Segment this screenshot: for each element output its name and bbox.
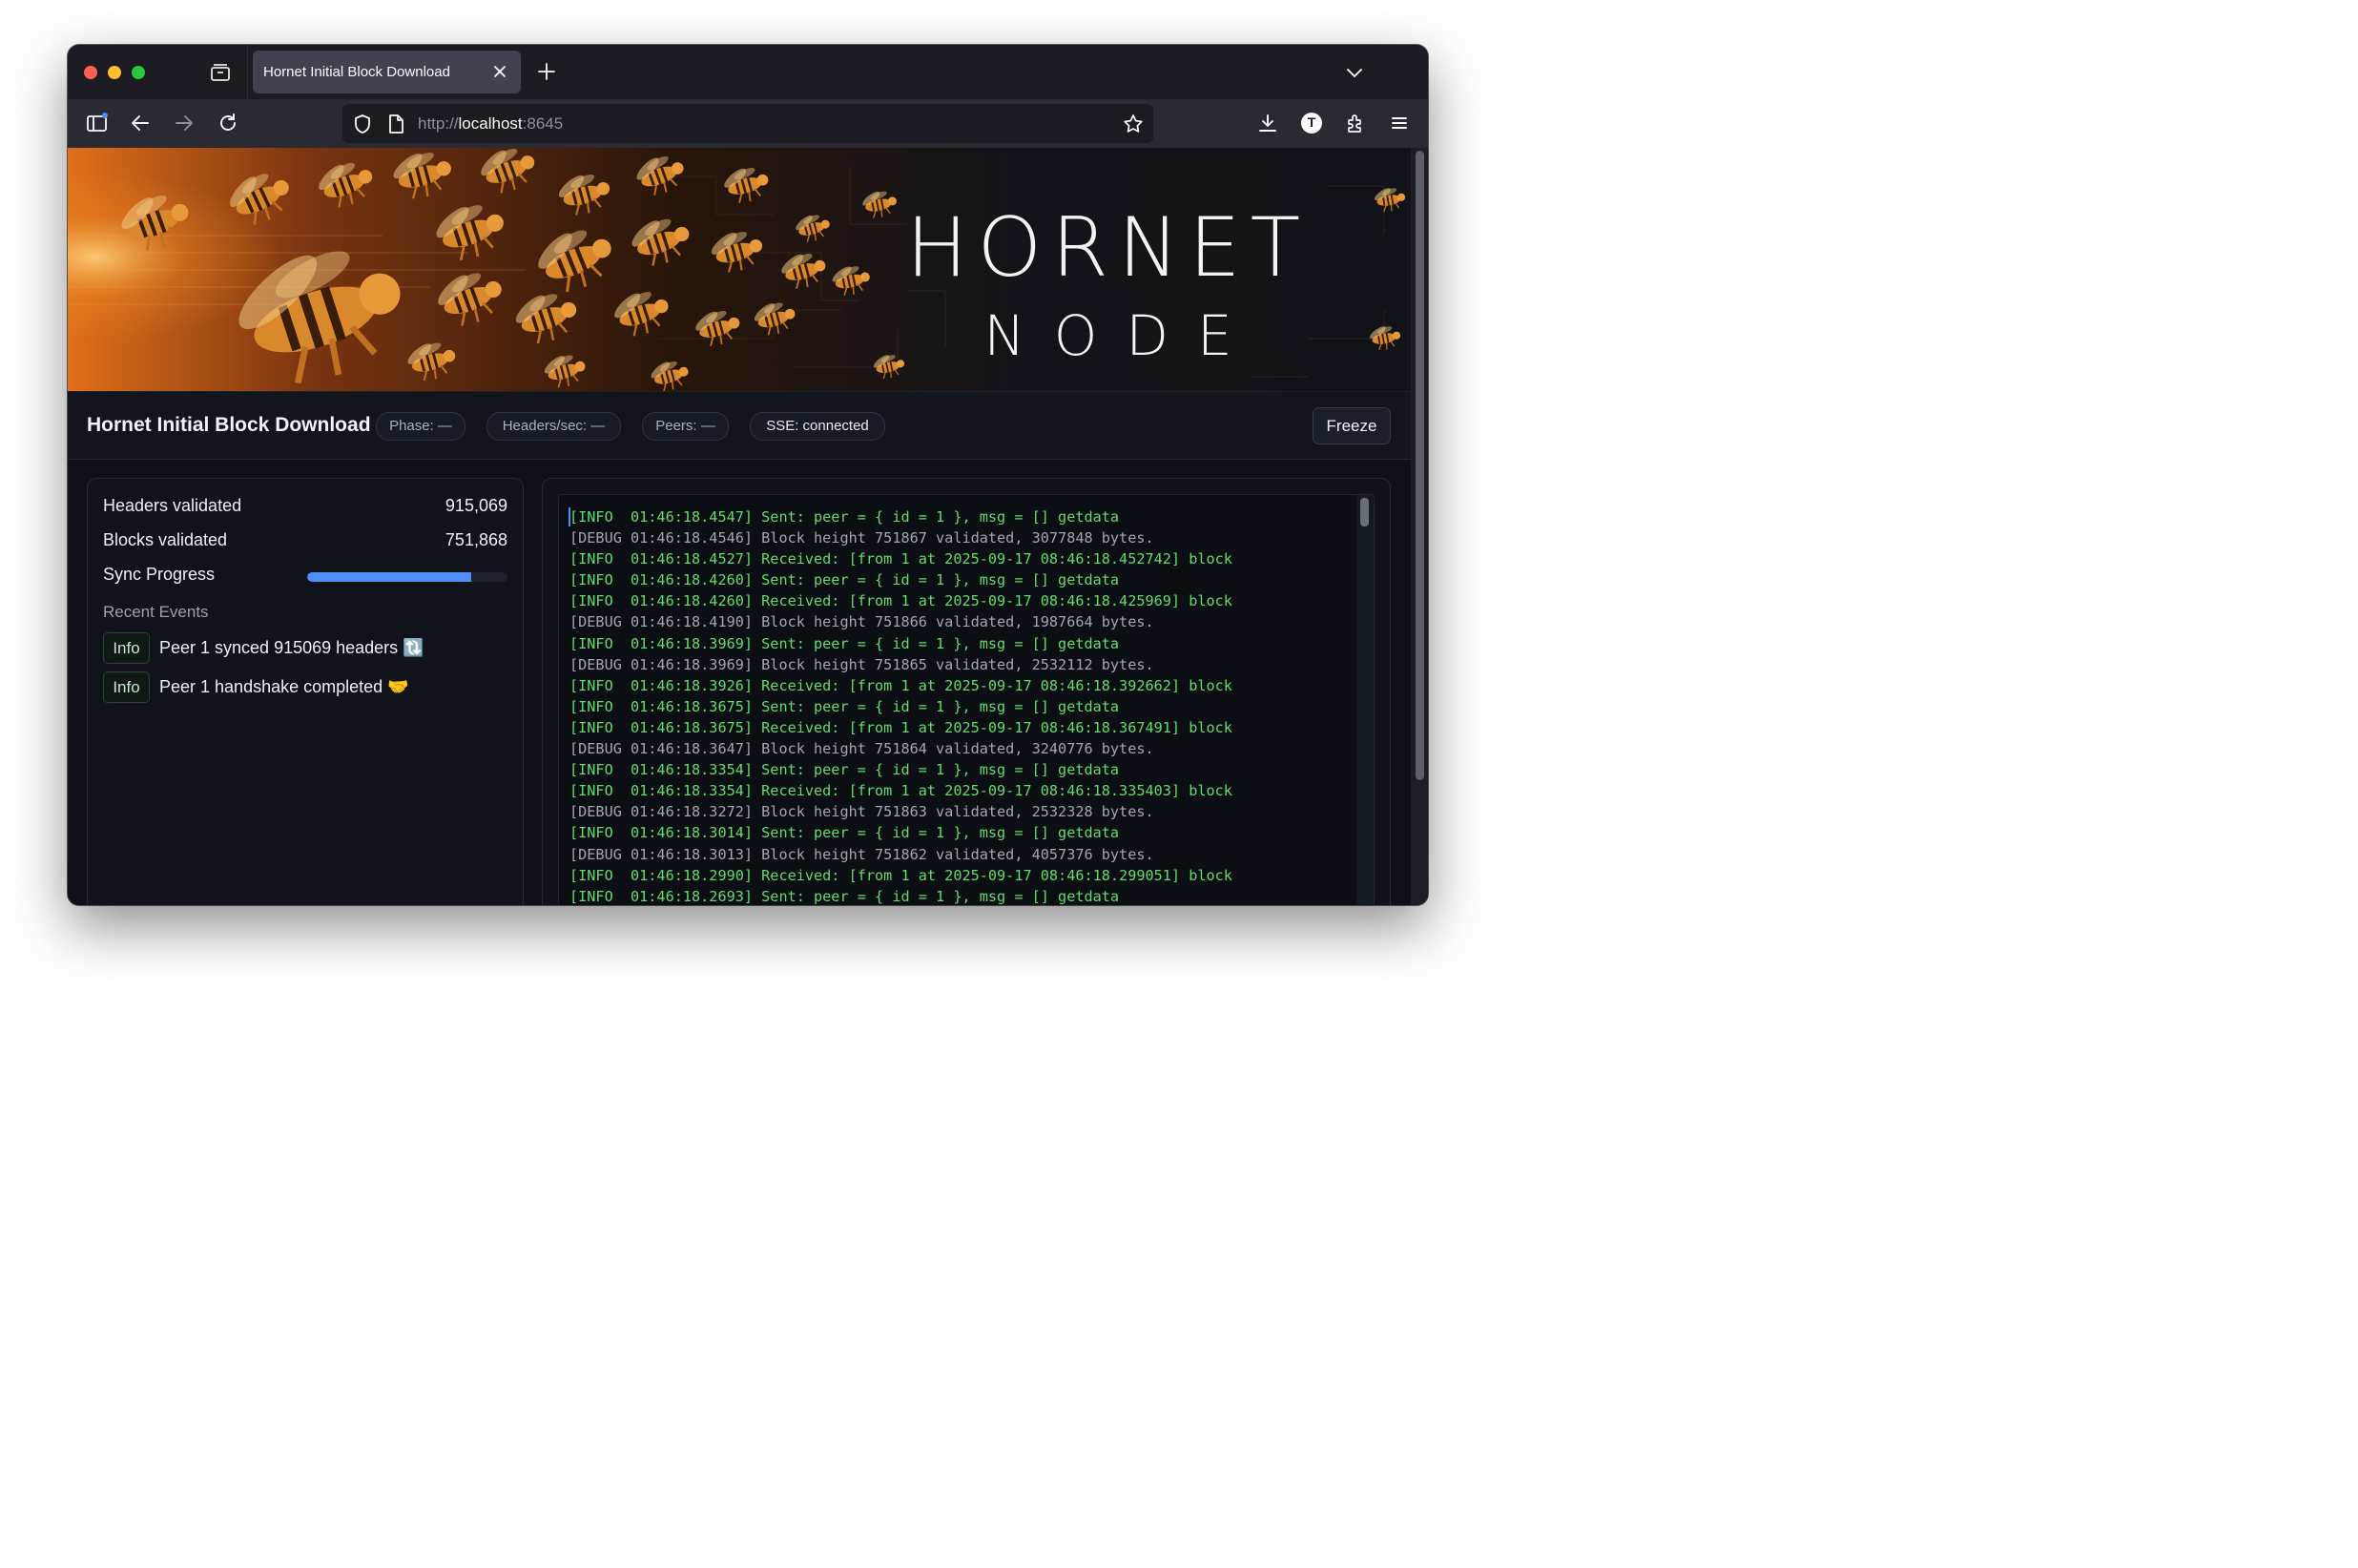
blocks-validated-value: 751,868 bbox=[445, 530, 507, 549]
log-line: [INFO 01:46:18.3354] Received: [from 1 a… bbox=[569, 782, 1232, 800]
nav-toolbar: http://localhost:8645 T bbox=[68, 99, 1428, 148]
hornet-node-logo: HORNET NODE bbox=[864, 207, 1352, 365]
log-line: [INFO 01:46:18.2693] Sent: peer = { id =… bbox=[569, 887, 1120, 905]
log-line: [INFO 01:46:18.3675] Sent: peer = { id =… bbox=[569, 697, 1120, 715]
freeze-button[interactable]: Freeze bbox=[1313, 407, 1391, 444]
account-avatar[interactable]: T bbox=[1299, 111, 1324, 135]
back-icon[interactable] bbox=[128, 111, 153, 135]
downloads-icon[interactable] bbox=[1255, 111, 1280, 135]
log-panel: [INFO 01:46:18.4547] Sent: peer = { id =… bbox=[542, 478, 1391, 905]
tab-divider bbox=[247, 45, 248, 99]
reload-icon[interactable] bbox=[216, 111, 240, 135]
tab-title: Hornet Initial Block Download bbox=[263, 64, 450, 80]
list-all-tabs-chevron-icon[interactable] bbox=[1343, 62, 1366, 83]
extensions-puzzle-icon[interactable] bbox=[1343, 111, 1368, 135]
url-text[interactable]: http://localhost:8645 bbox=[418, 114, 563, 134]
page-scrollbar-thumb[interactable] bbox=[1416, 151, 1424, 780]
event-item: Info Peer 1 synced 915069 headers 🔃 bbox=[103, 632, 507, 664]
log-line: [INFO 01:46:18.3926] Received: [from 1 a… bbox=[569, 676, 1232, 694]
maximize-window-button[interactable] bbox=[132, 66, 145, 79]
log-line: [DEBUG 01:46:18.3013] Block height 75186… bbox=[569, 845, 1154, 863]
peers-badge: Peers: — bbox=[642, 412, 729, 441]
tab-strip: Hornet Initial Block Download bbox=[68, 45, 1428, 99]
sse-status-badge: SSE: connected bbox=[750, 412, 885, 441]
close-window-button[interactable] bbox=[84, 66, 97, 79]
new-tab-icon[interactable] bbox=[535, 60, 558, 83]
event-text: Peer 1 synced 915069 headers 🔃 bbox=[159, 638, 424, 657]
log-line: [INFO 01:46:18.3354] Sent: peer = { id =… bbox=[569, 761, 1120, 779]
page-title: Hornet Initial Block Download bbox=[87, 414, 371, 436]
sidebar-icon[interactable] bbox=[85, 111, 110, 135]
sync-progress-row: Sync Progress bbox=[103, 565, 507, 585]
sync-progress-label: Sync Progress bbox=[103, 565, 216, 584]
bookmark-star-icon[interactable] bbox=[1121, 112, 1146, 136]
log-line: [DEBUG 01:46:18.4546] Block height 75186… bbox=[569, 529, 1154, 547]
page-scrollbar[interactable] bbox=[1411, 148, 1428, 905]
tab-active[interactable]: Hornet Initial Block Download bbox=[253, 51, 521, 93]
tab-groups-icon[interactable] bbox=[209, 62, 232, 83]
hornet-banner: HORNET NODE bbox=[68, 148, 1411, 391]
log-line: [DEBUG 01:46:18.3969] Block height 75186… bbox=[569, 655, 1154, 673]
event-level-badge: Info bbox=[103, 671, 150, 703]
phase-badge: Phase: — bbox=[376, 412, 465, 441]
event-text: Peer 1 handshake completed 🤝 bbox=[159, 677, 409, 696]
log-line: [DEBUG 01:46:18.4190] Block height 75186… bbox=[569, 613, 1154, 631]
logo-node-text: NODE bbox=[983, 303, 1261, 368]
headers-validated-value: 915,069 bbox=[445, 496, 507, 515]
url-bar[interactable]: http://localhost:8645 bbox=[342, 104, 1153, 143]
log-line: [DEBUG 01:46:18.3272] Block height 75186… bbox=[569, 803, 1154, 821]
page-content: HORNET NODE Hornet Initial Block Downloa… bbox=[68, 148, 1428, 905]
event-level-badge: Info bbox=[103, 632, 150, 664]
headers-validated-row: Headers validated 915,069 bbox=[103, 496, 507, 516]
log-line: [INFO 01:46:18.4260] Sent: peer = { id =… bbox=[569, 571, 1120, 589]
log-scrollbar-thumb[interactable] bbox=[1360, 498, 1369, 526]
headers-per-sec-badge: Headers/sec: — bbox=[486, 412, 621, 441]
browser-window: Hornet Initial Block Download http://loc… bbox=[68, 45, 1428, 905]
url-port: :8645 bbox=[522, 114, 564, 133]
log-lines: [INFO 01:46:18.4547] Sent: peer = { id =… bbox=[569, 506, 1232, 905]
sync-progress-fill bbox=[307, 572, 472, 582]
log-line: [INFO 01:46:18.4527] Received: [from 1 a… bbox=[569, 550, 1232, 568]
logo-hornet-text: HORNET bbox=[905, 200, 1311, 296]
headers-validated-label: Headers validated bbox=[103, 496, 242, 515]
log-line: [INFO 01:46:18.2990] Received: [from 1 a… bbox=[569, 866, 1232, 884]
blocks-validated-row: Blocks validated 751,868 bbox=[103, 530, 507, 550]
page-info-icon[interactable] bbox=[383, 112, 408, 136]
blocks-validated-label: Blocks validated bbox=[103, 530, 228, 549]
stats-panel: Headers validated 915,069 Blocks validat… bbox=[87, 478, 524, 905]
tracking-protection-shield-icon[interactable] bbox=[350, 112, 375, 136]
log-line: [DEBUG 01:46:18.3647] Block height 75186… bbox=[569, 740, 1154, 758]
forward-icon[interactable] bbox=[172, 111, 196, 135]
minimize-window-button[interactable] bbox=[108, 66, 121, 79]
url-host: localhost bbox=[458, 114, 523, 133]
log-line: [INFO 01:46:18.4260] Received: [from 1 a… bbox=[569, 592, 1232, 610]
tab-close-icon[interactable] bbox=[490, 62, 509, 81]
event-item: Info Peer 1 handshake completed 🤝 bbox=[103, 671, 507, 703]
log-line: [INFO 01:46:18.3675] Received: [from 1 a… bbox=[569, 718, 1232, 736]
sync-progress-bar bbox=[307, 572, 507, 582]
log-scrollbar[interactable] bbox=[1356, 495, 1374, 905]
recent-events-heading: Recent Events bbox=[103, 603, 209, 621]
log-line: [INFO 01:46:18.3014] Sent: peer = { id =… bbox=[569, 824, 1120, 842]
dashboard-header: Hornet Initial Block Download Phase: — H… bbox=[68, 391, 1411, 460]
log-line: [INFO 01:46:18.3969] Sent: peer = { id =… bbox=[569, 634, 1120, 652]
url-scheme: http:// bbox=[418, 114, 459, 133]
log-line: [INFO 01:46:18.4547] Sent: peer = { id =… bbox=[569, 508, 1120, 526]
hamburger-menu-icon[interactable] bbox=[1387, 111, 1412, 135]
account-initial: T bbox=[1307, 114, 1316, 130]
log-viewer[interactable]: [INFO 01:46:18.4547] Sent: peer = { id =… bbox=[558, 494, 1375, 905]
